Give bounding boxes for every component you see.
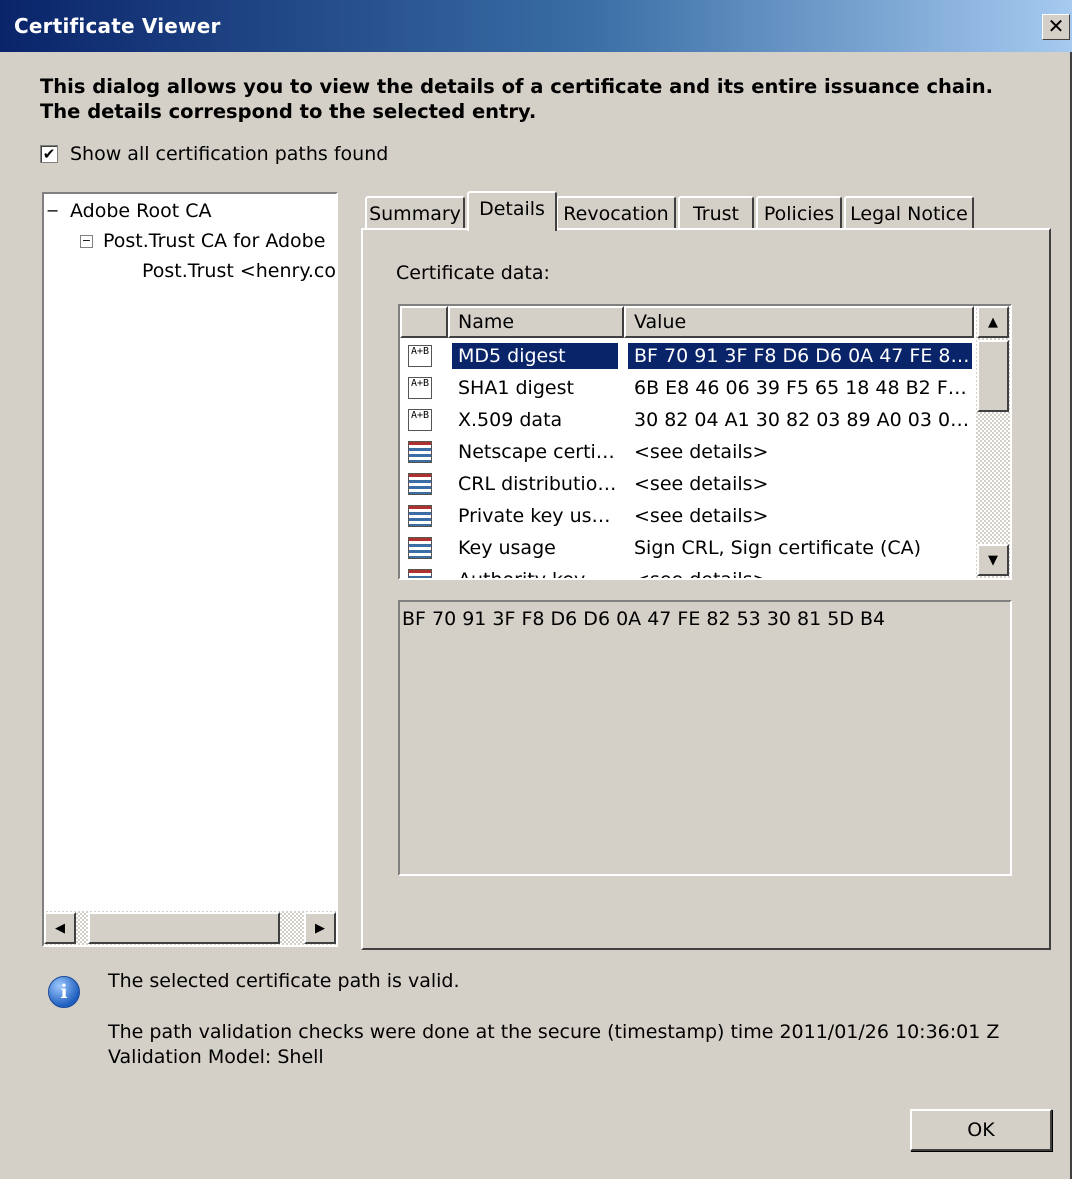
show-all-paths-row[interactable]: ✔ Show all certification paths found <box>40 143 388 165</box>
row-value: <see details> <box>634 569 769 580</box>
row-value: 30 82 04 A1 30 82 03 89 A0 03 0… <box>634 409 970 431</box>
tree-node-label: Post.Trust <henry.co <box>142 260 336 282</box>
validation-model-text: Validation Model: Shell <box>108 1046 324 1068</box>
row-value: BF 70 91 3F F8 D6 D6 0A 47 FE 8… <box>628 343 972 369</box>
info-icon: i <box>48 976 80 1008</box>
certificate-data-list[interactable]: Name Value A+B MD5 digest BF 70 91 3F F8… <box>398 304 1012 580</box>
row-value: 6B E8 46 06 39 F5 65 18 48 B2 F… <box>634 377 967 399</box>
extension-icon <box>408 441 432 463</box>
table-row[interactable]: Netscape certi… <see details> <box>400 436 974 468</box>
field-value-box[interactable]: BF 70 91 3F F8 D6 D6 0A 47 FE 82 53 30 8… <box>398 600 1012 876</box>
extension-icon <box>408 473 432 495</box>
tree-node-leaf[interactable]: Post.Trust <henry.co <box>142 260 336 282</box>
row-name: Key usage <box>458 537 556 559</box>
title-bar: Certificate Viewer ✕ <box>0 0 1072 52</box>
tab-details[interactable]: Details <box>467 191 557 231</box>
row-name: CRL distributio… <box>458 473 617 495</box>
tab-trust[interactable]: Trust <box>678 196 754 230</box>
scroll-thumb[interactable] <box>977 340 1009 412</box>
show-all-paths-label: Show all certification paths found <box>70 143 389 165</box>
path-valid-status: The selected certificate path is valid. <box>108 970 460 992</box>
list-header: Name Value <box>400 306 974 338</box>
extension-icon <box>408 537 432 559</box>
vertical-scrollbar[interactable]: ▲ ▼ <box>976 306 1010 578</box>
validation-time-text: The path validation checks were done at … <box>108 1021 1000 1043</box>
hash-icon: A+B <box>408 377 432 399</box>
tree-node-label: Adobe Root CA <box>70 200 212 222</box>
row-name: Authority key… <box>458 569 605 580</box>
table-row[interactable]: A+B SHA1 digest 6B E8 46 06 39 F5 65 18 … <box>400 372 974 404</box>
extension-icon <box>408 505 432 527</box>
header-name[interactable]: Name <box>448 306 624 338</box>
table-row[interactable]: Key usage Sign CRL, Sign certificate (CA… <box>400 532 974 564</box>
row-name: Netscape certi… <box>458 441 615 463</box>
header-value[interactable]: Value <box>624 306 974 338</box>
row-value: <see details> <box>634 441 769 463</box>
tab-revocation[interactable]: Revocation <box>556 196 676 230</box>
horizontal-scrollbar[interactable]: ◀ ▶ <box>44 911 336 945</box>
show-all-paths-checkbox[interactable]: ✔ <box>40 145 58 163</box>
row-value: <see details> <box>634 473 769 495</box>
scroll-down-icon[interactable]: ▼ <box>977 544 1009 576</box>
hash-icon: A+B <box>408 409 432 431</box>
table-row[interactable]: A+B X.509 data 30 82 04 A1 30 82 03 89 A… <box>400 404 974 436</box>
window-title: Certificate Viewer <box>14 14 221 38</box>
row-value: Sign CRL, Sign certificate (CA) <box>634 537 922 559</box>
scroll-up-icon[interactable]: ▲ <box>977 306 1009 338</box>
tree-node-label: Post.Trust CA for Adobe <box>103 230 326 252</box>
tab-summary[interactable]: Summary <box>365 196 465 230</box>
table-row[interactable]: CRL distributio… <see details> <box>400 468 974 500</box>
tab-legal-notice[interactable]: Legal Notice <box>844 196 974 230</box>
hash-icon: A+B <box>408 345 432 367</box>
row-name: MD5 digest <box>458 345 566 367</box>
tab-policies[interactable]: Policies <box>756 196 842 230</box>
scroll-right-icon[interactable]: ▶ <box>304 912 336 944</box>
extension-icon <box>408 569 432 578</box>
row-name: SHA1 digest <box>458 377 574 399</box>
validation-details: The path validation checks were done at … <box>108 1020 999 1070</box>
collapse-icon[interactable]: − <box>80 234 93 248</box>
table-row[interactable]: Authority key… <see details> <box>400 564 974 580</box>
header-icon-column[interactable] <box>400 306 448 338</box>
scroll-thumb[interactable] <box>88 912 280 944</box>
row-name: X.509 data <box>458 409 563 431</box>
certificate-data-label: Certificate data: <box>396 262 550 284</box>
close-button[interactable]: ✕ <box>1042 14 1070 40</box>
scroll-left-icon[interactable]: ◀ <box>44 912 76 944</box>
row-name: Private key us… <box>458 505 611 527</box>
certificate-chain-tree[interactable]: − Adobe Root CA − Post.Trust CA for Adob… <box>42 192 338 947</box>
tree-node-root[interactable]: − Adobe Root CA <box>46 200 212 222</box>
intro-text: This dialog allows you to view the detai… <box>40 75 994 123</box>
collapse-icon[interactable]: − <box>46 202 59 218</box>
table-row[interactable]: A+B MD5 digest BF 70 91 3F F8 D6 D6 0A 4… <box>400 340 974 372</box>
table-row[interactable]: Private key us… <see details> <box>400 500 974 532</box>
ok-button[interactable]: OK <box>910 1109 1052 1151</box>
row-value: <see details> <box>634 505 769 527</box>
tree-node-intermediate[interactable]: − Post.Trust CA for Adobe <box>80 230 325 252</box>
